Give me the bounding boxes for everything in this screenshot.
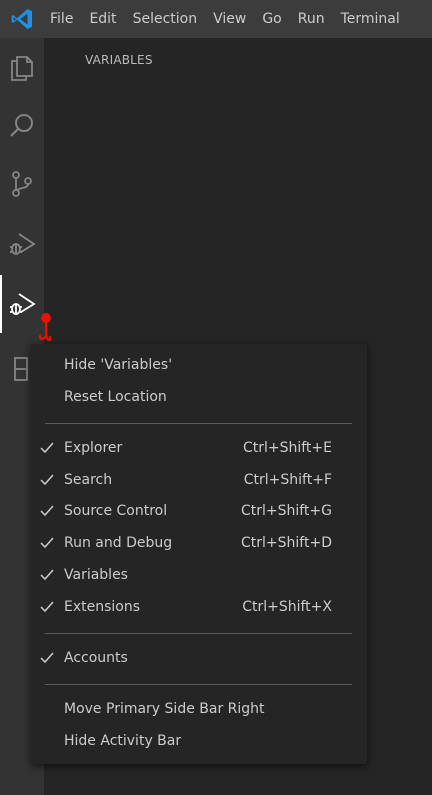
menu-edit[interactable]: Edit <box>81 0 124 38</box>
menu-item-label: Extensions <box>64 599 141 615</box>
run-and-debug-icon <box>10 233 36 255</box>
view-title: VARIABLES <box>85 53 153 67</box>
menu-toggle-extensions[interactable]: Extensions Ctrl+Shift+X <box>31 592 367 622</box>
activity-source-control[interactable] <box>0 155 44 213</box>
menu-item-label: Move Primary Side Bar Right <box>64 701 265 717</box>
menu-file[interactable]: File <box>42 0 81 38</box>
check-icon <box>40 442 54 454</box>
menu-item-label: Hide Activity Bar <box>64 733 182 749</box>
menu-toggle-search[interactable]: Search Ctrl+Shift+F <box>31 465 367 495</box>
menu-item-label: Hide 'Variables' <box>64 357 173 373</box>
menu-hide-activity-bar[interactable]: Hide Activity Bar <box>31 726 367 756</box>
menu-toggle-accounts[interactable]: Accounts <box>31 643 367 673</box>
menu-item-label: Source Control <box>64 503 168 519</box>
vscode-logo-icon[interactable] <box>10 7 34 31</box>
check-icon <box>40 505 54 517</box>
menu-item-label: Accounts <box>64 650 128 666</box>
menu-go[interactable]: Go <box>254 0 289 38</box>
check-icon <box>40 537 54 549</box>
menu-toggle-variables[interactable]: Variables <box>31 560 367 590</box>
menu-move-side-bar-right[interactable]: Move Primary Side Bar Right <box>31 694 367 724</box>
menu-separator <box>45 423 352 424</box>
menu-separator <box>45 633 352 634</box>
check-icon <box>40 601 54 613</box>
menu-toggle-source-control[interactable]: Source Control Ctrl+Shift+G <box>31 496 367 526</box>
menu-item-label: Explorer <box>64 440 123 456</box>
menu-run[interactable]: Run <box>290 0 333 38</box>
menu-item-label: Variables <box>64 567 128 583</box>
menu-item-label: Run and Debug <box>64 535 173 551</box>
search-icon <box>10 114 33 137</box>
menu-item-shortcut: Ctrl+Shift+F <box>243 472 332 488</box>
menu-bar: File Edit Selection View Go Run Terminal <box>0 0 432 38</box>
menu-toggle-run-and-debug[interactable]: Run and Debug Ctrl+Shift+D <box>31 528 367 558</box>
explorer-icon <box>11 56 33 81</box>
context-menu: Hide 'Variables' Reset Location Explorer… <box>31 344 367 764</box>
menu-item-shortcut: Ctrl+Shift+G <box>240 503 332 519</box>
activity-run-and-debug[interactable] <box>0 215 44 273</box>
menu-view[interactable]: View <box>205 0 254 38</box>
menu-item-label: Search <box>64 472 113 488</box>
menu-reset-location[interactable]: Reset Location <box>31 382 367 412</box>
menu-item-label: Reset Location <box>64 389 167 405</box>
source-control-icon <box>12 171 32 197</box>
variables-view-icon <box>10 293 36 315</box>
activity-search[interactable] <box>0 97 44 155</box>
menu-selection[interactable]: Selection <box>125 0 206 38</box>
menu-separator <box>45 684 352 685</box>
check-icon <box>40 569 54 581</box>
menu-hide-variables[interactable]: Hide 'Variables' <box>31 350 367 380</box>
menu-item-shortcut: Ctrl+Shift+D <box>241 535 332 551</box>
activity-explorer[interactable] <box>0 39 44 97</box>
cursor-mark-icon <box>38 313 52 342</box>
menu-item-shortcut: Ctrl+Shift+X <box>242 599 332 615</box>
check-icon <box>40 474 54 486</box>
menu-terminal[interactable]: Terminal <box>333 0 408 38</box>
menu-toggle-explorer[interactable]: Explorer Ctrl+Shift+E <box>31 433 367 463</box>
menu-item-shortcut: Ctrl+Shift+E <box>242 440 332 456</box>
check-icon <box>40 652 54 664</box>
